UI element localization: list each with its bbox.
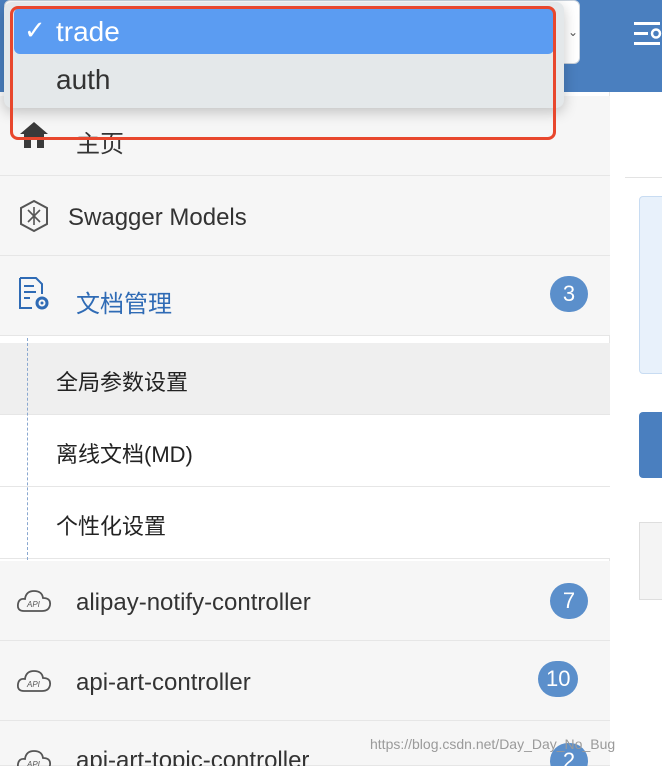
- sidebar-item-home[interactable]: 主页: [0, 96, 610, 176]
- sidebar-item-label: 文档管理: [76, 291, 172, 318]
- info-panel: [639, 196, 662, 374]
- sidebar-item-label: alipay-notify-controller: [76, 589, 311, 616]
- watermark: https://blog.csdn.net/Day_Day_No_Bug: [370, 736, 616, 752]
- dropdown-option-label[interactable]: trade: [56, 16, 120, 48]
- sidebar-subitem-offline-docs[interactable]: 离线文档(MD): [0, 415, 610, 487]
- sidebar-item-label: api-art-topic-controller: [76, 747, 310, 766]
- count-badge: 3: [550, 276, 588, 312]
- sidebar-item-label: 主页: [76, 131, 124, 158]
- select-caret-icon[interactable]: ⌄: [567, 25, 579, 39]
- svg-text:API: API: [26, 600, 41, 609]
- api-cloud-icon: API: [16, 743, 52, 766]
- swagger-models-icon: [16, 198, 52, 234]
- sidebar-subitem-label: 个性化设置: [56, 514, 167, 539]
- api-cloud-icon: API: [16, 663, 52, 699]
- dropdown-option-auth[interactable]: auth: [56, 64, 111, 96]
- sidebar-item-label: api-art-controller: [76, 669, 251, 696]
- sidebar-item-alipay-notify-controller[interactable]: API alipay-notify-controller 7: [0, 561, 610, 641]
- svg-text:API: API: [26, 680, 41, 689]
- menu-toggle-icon[interactable]: [628, 8, 662, 58]
- home-icon: [16, 116, 52, 152]
- sidebar-item-api-art-controller[interactable]: API api-art-controller 10: [0, 641, 610, 721]
- api-cloud-icon: API: [16, 583, 52, 619]
- document-settings-icon: [16, 276, 52, 312]
- tree-guide-line: [27, 338, 28, 560]
- tab-bar: ‹: [625, 92, 662, 178]
- sidebar-subitem-label: 离线文档(MD): [56, 442, 193, 467]
- sidebar-subitem-label: 全局参数设置: [56, 370, 189, 395]
- sidebar-subitem-global-params[interactable]: 全局参数设置: [0, 343, 610, 415]
- svg-text:API: API: [26, 760, 41, 766]
- count-badge: 7: [550, 583, 588, 619]
- sidebar-item-swagger-models[interactable]: Swagger Models: [0, 176, 610, 256]
- primary-button[interactable]: [639, 412, 662, 478]
- content-card: [639, 522, 662, 600]
- sidebar-subitem-personalization[interactable]: 个性化设置: [0, 487, 610, 559]
- group-select-dropdown: ✓ trade auth: [4, 2, 564, 108]
- sidebar-item-doc-management[interactable]: 文档管理 3: [0, 256, 610, 336]
- main-content: ‹: [611, 92, 662, 766]
- count-badge: 10: [538, 661, 579, 697]
- checkmark-icon: ✓: [24, 15, 46, 45]
- sidebar-item-label: Swagger Models: [68, 204, 247, 231]
